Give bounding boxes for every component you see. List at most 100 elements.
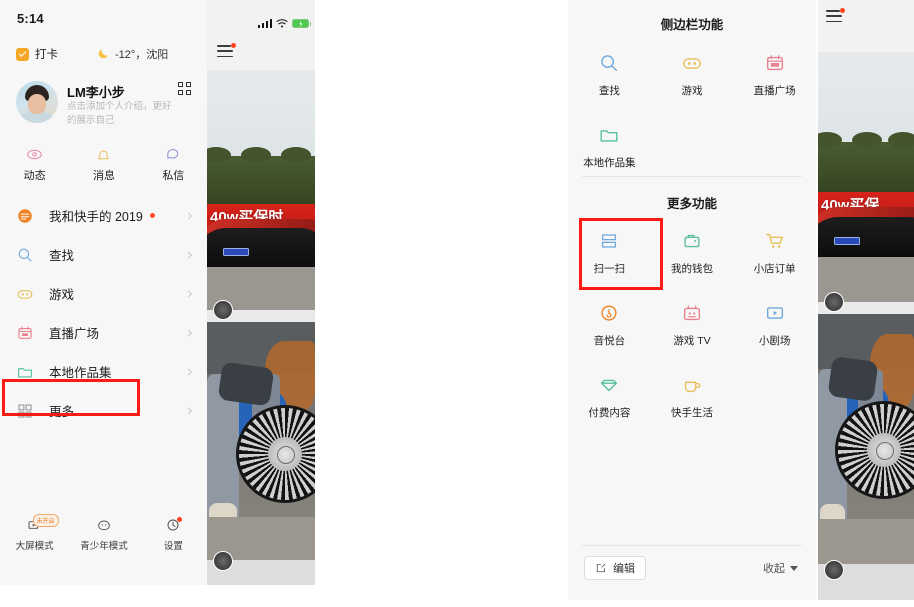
cup-icon — [684, 381, 701, 393]
weather-widget[interactable]: -12°，沈阳 — [96, 46, 168, 62]
grid-item-wallet[interactable]: 我的钱包 — [651, 218, 734, 290]
shopping-cart-icon — [765, 233, 783, 248]
video-avatar[interactable] — [824, 560, 844, 580]
grid-item-label: 游戏 — [681, 85, 703, 97]
sidebar-functions-grid: 查找 游戏 直播广场 本地作品集 — [568, 40, 816, 184]
left-sidebar-panel: 5:14 打卡 -12°，沈阳 LM李小步 点击添加个人介绍，更好的展示自己 动… — [0, 0, 208, 585]
grid-item-game-tv[interactable]: 游戏 TV — [651, 290, 734, 362]
grid-item-label: 直播广场 — [753, 85, 796, 97]
edit-button-label: 编辑 — [613, 563, 635, 575]
edit-button[interactable]: 编辑 — [584, 556, 646, 580]
hamburger-menu-icon[interactable] — [217, 43, 236, 58]
live-square-icon — [16, 324, 34, 342]
video-status-icons — [257, 18, 311, 29]
video-thumbnail-car[interactable]: 40w买保时 — [207, 70, 315, 310]
teen-mode-icon — [98, 520, 110, 531]
game-icon — [16, 285, 34, 303]
stat-sixin[interactable]: 私信 — [139, 146, 208, 188]
video-thumbnail-wheel[interactable] — [818, 314, 914, 564]
sidebar-item-label: 我和快手的 2019 — [49, 210, 143, 224]
grid-item-theater[interactable]: 小剧场 — [733, 290, 816, 362]
profile-subtitle: 点击添加个人介绍，更好的展示自己 — [67, 101, 172, 126]
grid-item-label: 本地作品集 — [583, 157, 636, 169]
stat-label: 消息 — [92, 170, 115, 182]
sidebar-item-label: 本地作品集 — [49, 366, 112, 380]
video-thumbnail-car[interactable]: 40w买保 — [818, 52, 914, 302]
eye-icon — [27, 149, 42, 160]
chevron-right-icon — [184, 250, 193, 259]
video-avatar[interactable] — [213, 551, 233, 571]
grid-item-music[interactable]: 音悦台 — [568, 290, 651, 362]
sidebar-menu-list: 我和快手的 2019 查找 游戏 直播广场 本地作品集 更多 — [0, 196, 208, 430]
sidebar-item-label: 查找 — [49, 249, 75, 263]
sidebar-item-local-works[interactable]: 本地作品集 — [0, 352, 208, 391]
wifi-icon — [276, 19, 288, 28]
settings-red-dot — [177, 517, 183, 522]
wallet-icon — [684, 234, 700, 248]
grid-item-label: 扫一扫 — [593, 263, 626, 275]
grid-item-game[interactable]: 游戏 — [651, 40, 734, 112]
grid-item-local-works[interactable]: 本地作品集 — [568, 112, 651, 184]
avatar[interactable] — [16, 81, 58, 123]
sidebar-item-game[interactable]: 游戏 — [0, 274, 208, 313]
bottom-item-settings[interactable]: 设置 — [139, 517, 208, 563]
chevron-right-icon — [184, 211, 193, 220]
stat-dongtai[interactable]: 动态 — [0, 146, 69, 188]
bottom-item-teen-mode[interactable]: 青少年模式 — [69, 517, 138, 563]
grid-item-label: 音悦台 — [593, 335, 626, 347]
video-top-bar — [818, 0, 914, 52]
grid-item-life[interactable]: 快手生活 — [651, 362, 734, 434]
footer-divider — [582, 545, 802, 546]
game-tv-icon — [683, 305, 701, 321]
status-bar: 5:14 — [0, 0, 208, 36]
grid-item-label: 我的钱包 — [670, 263, 713, 275]
sidebar-item-live-square[interactable]: 直播广场 — [0, 313, 208, 352]
collapse-button[interactable]: 收起 — [763, 560, 798, 576]
video-thumbnail-wheel[interactable] — [207, 322, 315, 560]
battery-charging-icon — [292, 19, 311, 28]
stat-xiaoxi[interactable]: 消息 — [69, 146, 138, 188]
search-icon — [601, 55, 618, 72]
screenshot-canvas: 5:14 打卡 -12°，沈阳 LM李小步 点击添加个人介绍，更好的展示自己 动… — [0, 0, 914, 607]
chevron-right-icon — [184, 328, 193, 337]
grid-item-label: 游戏 TV — [673, 335, 711, 347]
stat-label: 动态 — [23, 170, 46, 182]
grid-item-shop-orders[interactable]: 小店订单 — [733, 218, 816, 290]
checkin-button[interactable]: 打卡 — [16, 46, 58, 62]
bottom-item-label: 设置 — [163, 541, 183, 552]
grid-item-search[interactable]: 查找 — [568, 40, 651, 112]
sidebar-item-year-review[interactable]: 我和快手的 2019 — [0, 196, 208, 235]
diamond-icon — [601, 379, 618, 392]
folder-icon — [16, 363, 34, 381]
qr-code-icon[interactable] — [178, 82, 191, 95]
pencil-square-icon — [596, 563, 606, 573]
moon-icon — [98, 49, 108, 59]
right-video-preview[interactable]: 40w买保 — [818, 0, 914, 600]
left-phone-mock: 5:14 打卡 -12°，沈阳 LM李小步 点击添加个人介绍，更好的展示自己 动… — [0, 0, 315, 585]
status-clock: 5:14 — [17, 11, 44, 26]
bottom-item-big-screen[interactable]: 未开启 大屏模式 — [0, 514, 69, 563]
sidebar-item-more[interactable]: 更多 — [0, 391, 208, 430]
caret-down-icon — [790, 565, 798, 571]
sidebar-item-search[interactable]: 查找 — [0, 235, 208, 274]
profile-card[interactable]: LM李小步 点击添加个人介绍，更好的展示自己 — [0, 78, 208, 136]
grid-item-paid-content[interactable]: 付费内容 — [568, 362, 651, 434]
collapse-label: 收起 — [763, 563, 785, 575]
chat-bubble-icon — [167, 149, 179, 159]
search-icon — [16, 246, 34, 264]
theater-screen-icon — [766, 307, 783, 319]
weather-text: -12°，沈阳 — [115, 49, 169, 61]
grid-item-label: 付费内容 — [588, 407, 631, 419]
grid-item-scan[interactable]: 扫一扫 — [568, 218, 651, 290]
section-title-more-functions: 更多功能 — [666, 197, 717, 211]
chevron-right-icon — [184, 406, 193, 415]
left-video-preview[interactable]: 40w买保时 — [207, 0, 315, 585]
video-avatar[interactable] — [213, 300, 233, 320]
hamburger-menu-icon[interactable] — [826, 8, 845, 23]
checkin-label: 打卡 — [35, 49, 58, 61]
chevron-right-icon — [184, 367, 193, 376]
sidebar-item-label: 游戏 — [49, 288, 75, 302]
profile-name: LM李小步 — [67, 85, 125, 100]
grid-item-live-square[interactable]: 直播广场 — [733, 40, 816, 112]
video-avatar[interactable] — [824, 292, 844, 312]
